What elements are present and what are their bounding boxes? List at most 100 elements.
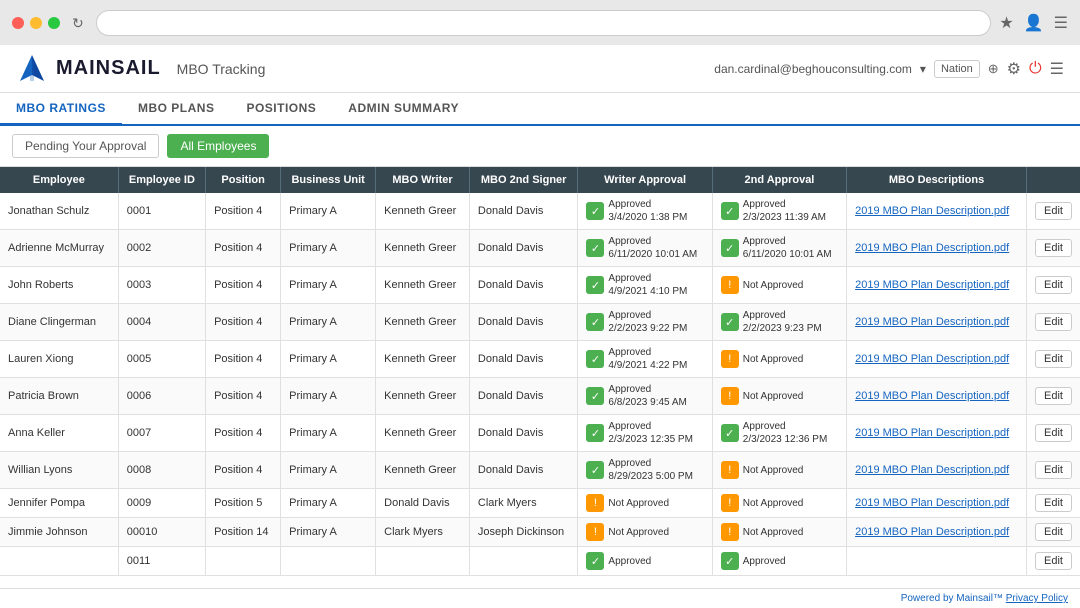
not-approved-text: Not Approved (608, 527, 669, 538)
mbo-desc-link[interactable]: 2019 MBO Plan Description.pdf (855, 316, 1009, 328)
minimize-button[interactable] (30, 17, 42, 29)
app-footer: Powered by Mainsail™ Privacy Policy (0, 588, 1080, 608)
mbo-desc-link[interactable]: 2019 MBO Plan Description.pdf (855, 464, 1009, 476)
browser-chrome: ↻ ★ 👤 ☰ (0, 0, 1080, 45)
mbo-writer: Kenneth Greer (376, 452, 470, 489)
maximize-button[interactable] (48, 17, 60, 29)
table-body: Jonathan Schulz0001Position 4Primary AKe… (0, 193, 1080, 576)
business-unit: Primary A (281, 489, 376, 518)
not-approved-text: Not Approved (743, 527, 804, 538)
approved-check-icon: ✓ (586, 424, 604, 442)
user-dropdown-icon[interactable]: ▾ (920, 62, 926, 76)
action-cell: Edit (1027, 547, 1080, 576)
sub-tabs: Pending Your Approval All Employees (0, 126, 1080, 167)
employee-name: Jennifer Pompa (0, 489, 118, 518)
footer-privacy-link[interactable]: Privacy Policy (1006, 593, 1068, 604)
2nd-approval-cell: !Not Approved (712, 489, 846, 518)
employee-id: 0001 (118, 193, 205, 230)
mbo-desc-link[interactable]: 2019 MBO Plan Description.pdf (855, 390, 1009, 402)
pending-approval-tab[interactable]: Pending Your Approval (12, 134, 159, 158)
nation-arrows-icon[interactable]: ⊕ (988, 61, 999, 77)
approved-check-icon: ✓ (586, 276, 604, 294)
logo-text: MAINSAIL (56, 57, 161, 80)
mbo-desc-link[interactable]: 2019 MBO Plan Description.pdf (855, 427, 1009, 439)
mbo-desc-link[interactable]: 2019 MBO Plan Description.pdf (855, 242, 1009, 254)
mbo-desc-link[interactable]: 2019 MBO Plan Description.pdf (855, 205, 1009, 217)
action-cell: Edit (1027, 518, 1080, 547)
app-menu-icon[interactable]: ☰ (1050, 59, 1064, 79)
position: Position 4 (206, 378, 281, 415)
approval-text: Approved6/11/2020 10:01 AM (743, 235, 832, 261)
settings-icon[interactable]: ⚙ (1007, 59, 1021, 79)
address-bar[interactable] (96, 10, 991, 36)
action-cell: Edit (1027, 489, 1080, 518)
tab-positions[interactable]: POSITIONS (230, 93, 332, 124)
mbo-desc-link[interactable]: 2019 MBO Plan Description.pdf (855, 279, 1009, 291)
edit-button[interactable]: Edit (1035, 202, 1072, 220)
tab-admin-summary[interactable]: ADMIN SUMMARY (332, 93, 475, 124)
mbo-desc-link[interactable]: 2019 MBO Plan Description.pdf (855, 353, 1009, 365)
mbo-writer: Kenneth Greer (376, 341, 470, 378)
mbo-desc-link[interactable]: 2019 MBO Plan Description.pdf (855, 526, 1009, 538)
employee-id: 0003 (118, 267, 205, 304)
nav-tabs: MBO RATINGS MBO PLANS POSITIONS ADMIN SU… (0, 93, 1080, 126)
edit-button[interactable]: Edit (1035, 552, 1072, 570)
mbo-2nd-signer: Donald Davis (469, 341, 578, 378)
approved-check-icon: ✓ (721, 239, 739, 257)
refresh-icon[interactable]: ↻ (72, 15, 88, 31)
edit-button[interactable]: Edit (1035, 387, 1072, 405)
power-icon[interactable]: ⏻ (1029, 60, 1042, 78)
approval-text: Approved (743, 555, 786, 568)
account-icon[interactable]: 👤 (1024, 13, 1044, 33)
approval-text: Approved3/4/2020 1:38 PM (608, 198, 687, 224)
nation-badge[interactable]: Nation (934, 60, 980, 78)
not-approved-warn-icon: ! (721, 523, 739, 541)
app-title: MBO Tracking (177, 61, 266, 77)
table-row: Adrienne McMurray0002Position 4Primary A… (0, 230, 1080, 267)
action-cell: Edit (1027, 415, 1080, 452)
tab-mbo-plans[interactable]: MBO PLANS (122, 93, 231, 124)
employee-id: 0002 (118, 230, 205, 267)
mbo-2nd-signer: Clark Myers (469, 489, 578, 518)
edit-button[interactable]: Edit (1035, 276, 1072, 294)
table-row: Jennifer Pompa0009Position 5Primary ADon… (0, 489, 1080, 518)
not-approved-warn-icon: ! (721, 276, 739, 294)
approved-check-icon: ✓ (721, 424, 739, 442)
all-employees-tab[interactable]: All Employees (167, 134, 269, 158)
edit-button[interactable]: Edit (1035, 313, 1072, 331)
employee-name: Jonathan Schulz (0, 193, 118, 230)
employee-id: 00010 (118, 518, 205, 547)
employees-table-container[interactable]: Employee Employee ID Position Business U… (0, 167, 1080, 588)
mbo-desc-cell: 2019 MBO Plan Description.pdf (847, 267, 1027, 304)
edit-button[interactable]: Edit (1035, 239, 1072, 257)
not-approved-text: Not Approved (743, 280, 804, 291)
not-approved-warn-icon: ! (721, 494, 739, 512)
edit-button[interactable]: Edit (1035, 424, 1072, 442)
approval-text: Approved2/3/2023 11:39 AM (743, 198, 826, 224)
tab-mbo-ratings[interactable]: MBO RATINGS (0, 93, 122, 126)
edit-button[interactable]: Edit (1035, 350, 1072, 368)
mbo-desc-cell: 2019 MBO Plan Description.pdf (847, 518, 1027, 547)
table-header: Employee Employee ID Position Business U… (0, 167, 1080, 193)
approval-text: Approved2/3/2023 12:36 PM (743, 420, 828, 446)
mbo-desc-cell: 2019 MBO Plan Description.pdf (847, 452, 1027, 489)
table-row: Lauren Xiong0005Position 4Primary AKenne… (0, 341, 1080, 378)
col-position: Position (206, 167, 281, 193)
edit-button[interactable]: Edit (1035, 494, 1072, 512)
action-cell: Edit (1027, 267, 1080, 304)
action-cell: Edit (1027, 452, 1080, 489)
menu-icon[interactable]: ☰ (1054, 13, 1068, 33)
mbo-2nd-signer: Donald Davis (469, 193, 578, 230)
close-button[interactable] (12, 17, 24, 29)
col-mbo-writer: MBO Writer (376, 167, 470, 193)
mbo-desc-link[interactable]: 2019 MBO Plan Description.pdf (855, 497, 1009, 509)
edit-button[interactable]: Edit (1035, 461, 1072, 479)
edit-button[interactable]: Edit (1035, 523, 1072, 541)
not-approved-warn-icon: ! (586, 523, 604, 541)
footer-powered-by: Powered by Mainsail™ (901, 593, 1003, 604)
mbo-2nd-signer: Donald Davis (469, 230, 578, 267)
writer-approval-cell: ✓Approved8/29/2023 5:00 PM (578, 452, 712, 489)
2nd-approval-cell: ✓Approved (712, 547, 846, 576)
bookmark-icon[interactable]: ★ (999, 13, 1013, 33)
mbo-desc-cell: 2019 MBO Plan Description.pdf (847, 378, 1027, 415)
